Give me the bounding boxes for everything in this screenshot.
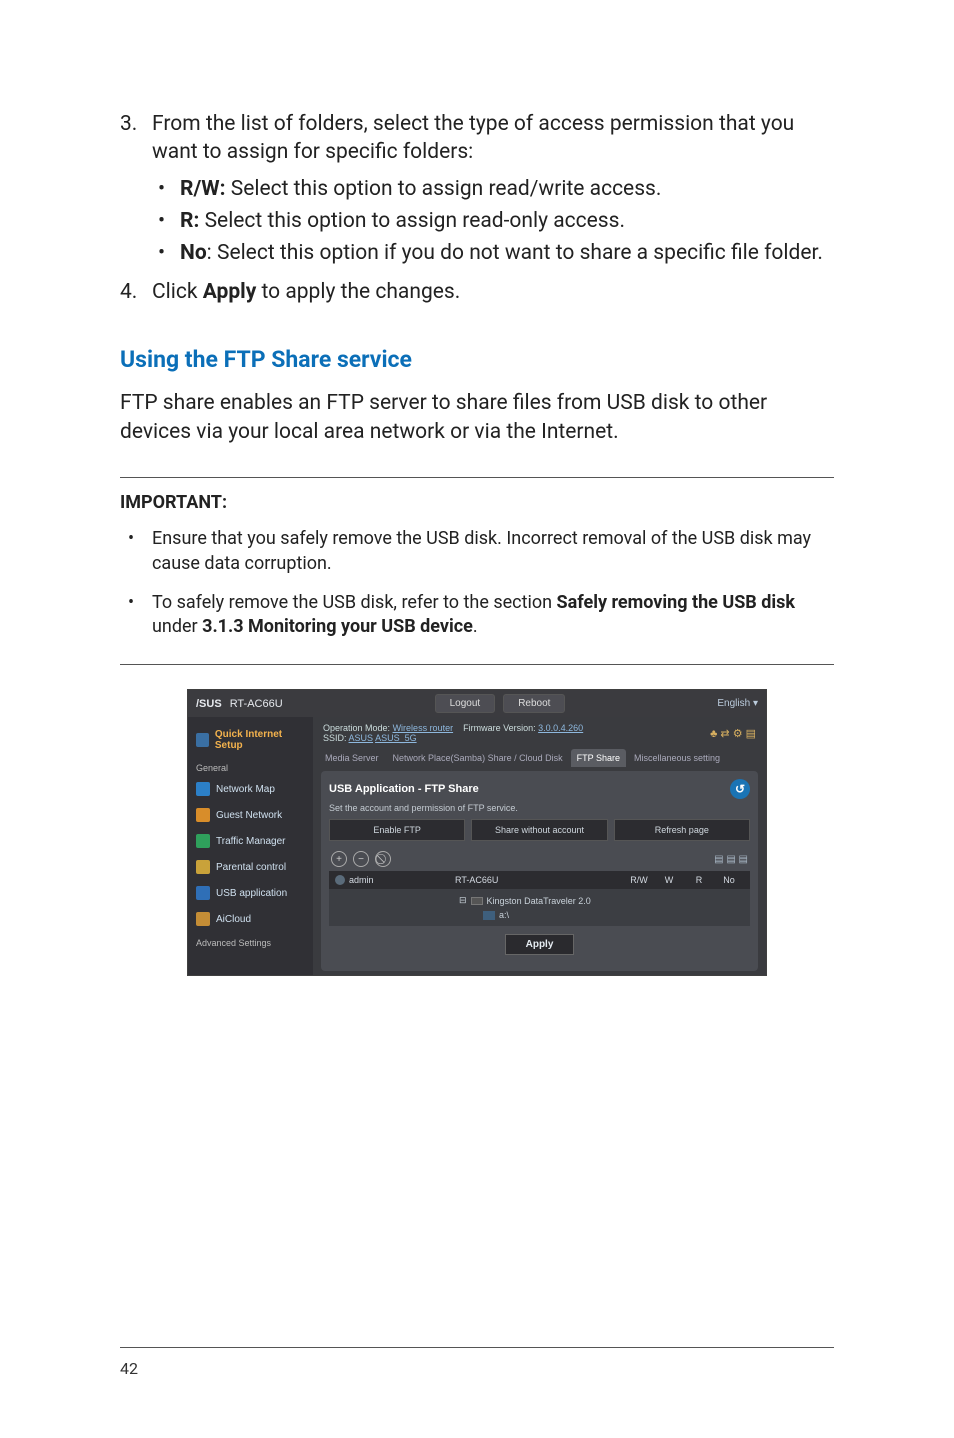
important-word: IMPORTANT [120,492,222,513]
bullet-rw-text: Select this option to assign read/write … [226,177,662,201]
reboot-button[interactable]: Reboot [503,694,565,713]
divider-bottom [120,664,834,665]
add-icon[interactable]: + [331,851,347,867]
note-2-a: To safely remove the USB disk, refer to … [152,592,557,613]
lock-icon [196,860,210,874]
sidebar-aicloud[interactable]: AiCloud [188,906,313,932]
step-4-text-b: to apply the changes. [256,280,460,304]
note-1: Ensure that you safely remove the USB di… [120,527,834,577]
ss-sidebar: Quick Internet Setup General Network Map… [188,717,313,975]
fw-link[interactable]: 3.0.0.4.260 [538,723,583,733]
sidebar-network-map[interactable]: Network Map [188,776,313,802]
step-3-text: From the list of folders, select the typ… [152,112,794,164]
cloud-icon [196,912,210,926]
asus-logo: /SUS [196,698,222,710]
sidebar-usb-application[interactable]: USB application [188,880,313,906]
enable-ftp-button[interactable]: Enable FTP [329,819,465,841]
note-2-c: . [473,616,478,637]
guest-icon [196,808,210,822]
bullet-r-text: Select this option to assign read-only a… [199,209,625,233]
note-2-bold-b: 3.1.3 Monitoring your USB device [202,616,473,637]
drive-icon [471,897,483,905]
refresh-page-button[interactable]: Refresh page [614,819,750,841]
step-3-number: 3. [120,110,137,138]
tab-ftp-share[interactable]: FTP Share [571,749,626,767]
folder-tree: ⊟Kingston DataTraveler 2.0 a:\ [329,889,750,926]
device-header: RT-AC66U [455,875,624,885]
tab-misc[interactable]: Miscellaneous setting [628,749,726,767]
remove-icon[interactable]: − [353,851,369,867]
panel-title: USB Application - FTP Share [329,783,479,795]
bullet-r-label: R: [180,209,199,233]
usb-icon [196,886,210,900]
table-header: admin RT-AC66U R/W W R No [329,871,750,889]
logout-button[interactable]: Logout [435,694,496,713]
page-number: 42 [120,1359,138,1378]
step-4: 4. Click Apply to apply the changes. [120,278,834,306]
important-colon: : [222,492,227,513]
language-select[interactable]: English ▾ [717,698,758,709]
sidebar-section-advanced: Advanced Settings [188,932,313,951]
divider-top [120,477,834,478]
step-3: 3. From the list of folders, select the … [120,110,834,268]
bullet-no: No: Select this option if you do not wan… [152,239,834,267]
step-4-bold: Apply [203,280,257,304]
folder-icon [483,911,495,920]
perm-rw: R/W [624,875,654,885]
important-label: IMPORTANT: [120,492,834,513]
perm-no: No [714,875,744,885]
ss-main: Operation Mode: Wireless router Firmware… [313,717,766,975]
ssid-a[interactable]: ASUS [349,733,374,743]
bullet-r: R: Select this option to assign read-onl… [152,207,834,235]
status-icons: ♣ ⇄ ⚙ ▤ [710,727,756,740]
tab-samba-share[interactable]: Network Place(Samba) Share / Cloud Disk [387,749,569,767]
note-2-b: under [152,616,202,637]
model-label: RT-AC66U [230,698,283,710]
tree-folder-row[interactable]: a:\ [459,908,746,922]
user-icon [335,875,345,885]
ss-panel: USB Application - FTP Share ↺ Set the ac… [321,771,758,971]
bullet-rw-label: R/W: [180,177,226,201]
bullet-no-label: No [180,241,207,265]
perm-w: W [654,875,684,885]
sidebar-quick-setup[interactable]: Quick Internet Setup [188,723,313,757]
section-heading: Using the FTP Share service [120,346,834,373]
edit-icon[interactable]: ⃠ [375,851,391,867]
traffic-icon [196,834,210,848]
bullet-rw: R/W: Select this option to assign read/w… [152,175,834,203]
perm-r: R [684,875,714,885]
wand-icon [196,733,209,747]
ssid-label: SSID: [323,733,347,743]
sidebar-traffic-manager[interactable]: Traffic Manager [188,828,313,854]
op-mode-label: Operation Mode: [323,723,390,733]
bullet-no-text: Select this option if you do not want to… [212,241,823,265]
note-2-bold-a: Safely removing the USB disk [557,592,796,613]
tree-device-row[interactable]: ⊟Kingston DataTraveler 2.0 [459,893,746,908]
user-cell[interactable]: admin [335,875,455,885]
body-paragraph: FTP share enables an FTP server to share… [120,389,834,447]
help-icon[interactable]: ↺ [730,779,750,799]
panel-subtitle: Set the account and permission of FTP se… [329,803,750,813]
view-icons[interactable]: ▤ ▤ ▤ [714,854,748,865]
share-without-account-button[interactable]: Share without account [471,819,607,841]
sidebar-section-general: General [188,757,313,776]
ss-subtabs: Media Server Network Place(Samba) Share … [313,749,766,767]
apply-button[interactable]: Apply [505,934,575,955]
note-2: To safely remove the USB disk, refer to … [120,591,834,641]
step-4-text-a: Click [152,280,203,304]
footer-line [120,1347,834,1348]
sidebar-parental-control[interactable]: Parental control [188,854,313,880]
ss-info-row: Operation Mode: Wireless router Firmware… [313,717,766,749]
ssid-b[interactable]: ASUS_5G [375,733,417,743]
fw-label: Firmware Version: [463,723,536,733]
network-icon [196,782,210,796]
op-mode-link[interactable]: Wireless router [393,723,454,733]
ss-topbar: /SUS RT-AC66U Logout Reboot English ▾ [188,690,766,717]
sidebar-guest-network[interactable]: Guest Network [188,802,313,828]
router-screenshot: /SUS RT-AC66U Logout Reboot English ▾ Qu… [187,689,767,976]
step-4-number: 4. [120,278,137,306]
tab-media-server[interactable]: Media Server [319,749,385,767]
